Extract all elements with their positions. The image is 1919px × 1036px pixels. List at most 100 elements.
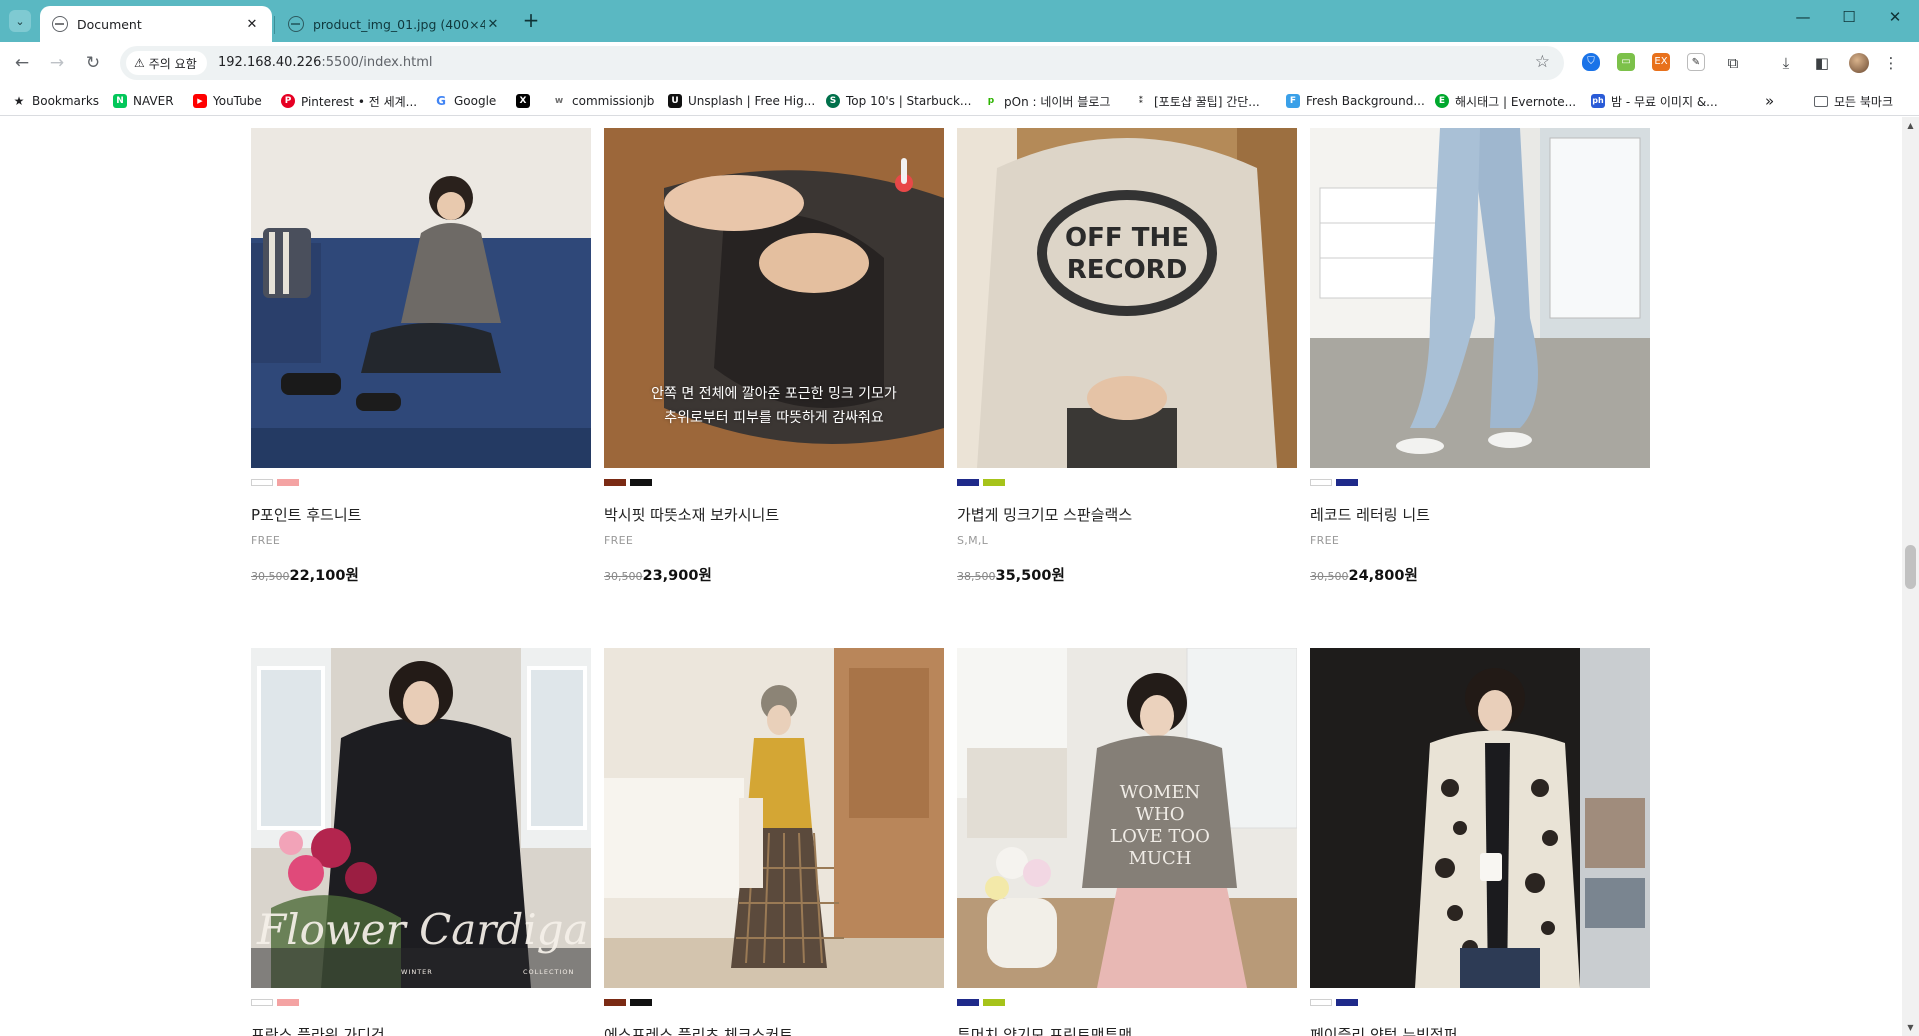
bookmark-item[interactable]: ⁑ [포토샵 꿀팁] 간단...	[1134, 92, 1260, 110]
product-card[interactable]: 안쪽 면 전체에 깔아준 포근한 밍크 기모가 추위로부터 피부를 따뜻하게 감…	[604, 128, 944, 585]
vertical-scrollbar[interactable]: ▲ ▼	[1902, 117, 1919, 1036]
bookmark-item[interactable]: G Google	[434, 92, 496, 110]
product-name[interactable]: 페이즐리 얀텀 누빔점퍼	[1310, 1024, 1650, 1036]
bookmark-item[interactable]: P Pinterest • 전 세계...	[281, 92, 417, 110]
product-name[interactable]: 가볍게 밍크기모 스판슬랙스	[957, 504, 1297, 525]
color-swatch[interactable]	[251, 479, 273, 486]
pen-extension-icon[interactable]: ✎	[1687, 53, 1705, 71]
close-icon[interactable]: ✕	[485, 17, 501, 32]
url-text[interactable]: 192.168.40.226:5500/index.html	[218, 55, 433, 70]
bookmark-item[interactable]: E 해시태그 | Evernote...	[1435, 92, 1576, 110]
close-icon[interactable]: ✕	[244, 17, 260, 32]
color-swatch[interactable]	[957, 479, 979, 486]
heart-icon: F	[1286, 94, 1300, 108]
color-swatch[interactable]	[1336, 999, 1358, 1006]
tab-document[interactable]: Document ✕	[40, 6, 272, 42]
product-card[interactable]: P포인트 후드니트 FREE 30,500 22,100원	[251, 128, 591, 585]
scroll-down-arrow-icon[interactable]: ▼	[1902, 1019, 1919, 1036]
bookmark-item[interactable]: ▶ YouTube	[193, 92, 262, 110]
menu-icon[interactable]: ⋮	[1880, 52, 1902, 74]
product-image-jumper[interactable]	[1310, 648, 1650, 988]
product-name[interactable]: 박시핏 따뜻소재 보카시니트	[604, 504, 944, 525]
bookmarks-bar: ★ Bookmarks N NAVER ▶ YouTube P Pinterest • …	[0, 84, 1919, 116]
product-image-jeans[interactable]	[1310, 128, 1650, 468]
bookmark-item[interactable]: U Unsplash | Free Hig...	[668, 92, 815, 110]
url-host: 192.168.40.226	[218, 55, 322, 70]
security-chip[interactable]: ⚠ 주의 요함	[126, 51, 207, 75]
product-image-sweatshirt[interactable]: WOMEN WHO LOVE TOO MUCH	[957, 648, 1297, 988]
close-window-button[interactable]: ✕	[1872, 8, 1918, 34]
naver-icon: N	[113, 94, 127, 108]
product-image-fleece[interactable]: 안쪽 면 전체에 깔아준 포근한 밍크 기모가 추위로부터 피부를 따뜻하게 감…	[604, 128, 944, 468]
tab-product-image[interactable]: product_img_01.jpg (400×400) ✕	[276, 6, 513, 42]
reload-button[interactable]: ↻	[81, 51, 105, 75]
color-swatch[interactable]	[1336, 479, 1358, 486]
product-card[interactable]: 레코드 레터링 니트 FREE 30,500 24,800원	[1310, 128, 1650, 585]
profile-avatar[interactable]	[1849, 53, 1869, 73]
scroll-up-arrow-icon[interactable]: ▲	[1902, 117, 1919, 134]
bookmark-item[interactable]: ph 밤 - 무료 이미지 &...	[1591, 92, 1718, 110]
globe-icon	[52, 16, 68, 32]
bookmarks-overflow-button[interactable]: »	[1765, 92, 1774, 110]
color-swatch[interactable]	[604, 479, 626, 486]
puzzle-icon[interactable]: ⧉	[1722, 52, 1744, 74]
forward-button[interactable]: →	[45, 51, 69, 75]
maximize-button[interactable]: ☐	[1826, 8, 1872, 34]
minimize-button[interactable]: —	[1780, 8, 1826, 34]
color-swatch[interactable]	[251, 999, 273, 1006]
download-icon[interactable]: ⤓	[1775, 52, 1797, 74]
product-card[interactable]: 페이즐리 얀텀 누빔점퍼	[1310, 648, 1650, 1036]
bookmark-item[interactable]: p pOn : 네이버 블로그	[984, 92, 1111, 110]
color-swatch[interactable]	[630, 479, 652, 486]
color-swatch[interactable]	[277, 999, 299, 1006]
product-card[interactable]: Flower Cardigan WINTER COLLECTION 프란스 플라…	[251, 648, 591, 1036]
product-image-skirt[interactable]	[604, 648, 944, 988]
color-swatch[interactable]	[983, 479, 1005, 486]
color-swatch[interactable]	[277, 479, 299, 486]
bookmark-label: pOn : 네이버 블로그	[1004, 94, 1111, 109]
bookmark-label: 해시태그 | Evernote...	[1455, 94, 1577, 109]
orange-extension-icon[interactable]: EX	[1652, 53, 1670, 71]
url-path: :5500/index.html	[321, 55, 433, 70]
product-card[interactable]: 에스프레스 플리츠 체크스커트	[604, 648, 944, 1036]
color-swatch[interactable]	[630, 999, 652, 1006]
sale-price: 22,100원	[289, 568, 359, 584]
product-name[interactable]: 에스프레스 플리츠 체크스커트	[604, 1024, 944, 1036]
star-icon[interactable]: ☆	[1535, 52, 1550, 72]
pinterest-icon: P	[281, 94, 295, 108]
address-bar[interactable]: ⚠ 주의 요함 192.168.40.226:5500/index.html ☆	[120, 46, 1564, 80]
scrollbar-thumb[interactable]	[1905, 545, 1916, 589]
product-image-hoodie[interactable]	[251, 128, 591, 468]
svg-text:MUCH: MUCH	[1128, 848, 1191, 869]
bookmark-item[interactable]: X	[516, 92, 536, 110]
new-tab-button[interactable]: +	[520, 10, 542, 32]
bookmark-item[interactable]: F Fresh Background...	[1286, 92, 1425, 110]
image-subtitle: COLLECTION	[523, 968, 575, 976]
product-name[interactable]: 투머치 양기모 프린트맨투맨	[957, 1024, 1297, 1036]
product-image-sweater[interactable]: OFF THE RECORD	[957, 128, 1297, 468]
hoodie-knit-photo	[251, 128, 591, 468]
image-subtitle: WINTER	[401, 968, 433, 976]
color-swatch[interactable]	[1310, 479, 1332, 486]
product-name[interactable]: 프란스 플라워 가디건	[251, 1024, 591, 1036]
tab-search-button[interactable]: ⌄	[9, 10, 31, 32]
bookmark-item[interactable]: S Top 10's | Starbuck...	[826, 92, 971, 110]
all-bookmarks-button[interactable]: 모든 북마크	[1814, 92, 1893, 110]
product-card[interactable]: WOMEN WHO LOVE TOO MUCH 투머치 양기모 프린트맨투맨	[957, 648, 1297, 1036]
product-name[interactable]: 레코드 레터링 니트	[1310, 504, 1650, 525]
color-swatch[interactable]	[983, 999, 1005, 1006]
back-button[interactable]: ←	[10, 51, 34, 75]
bookmark-item[interactable]: N NAVER	[113, 92, 174, 110]
product-name[interactable]: P포인트 후드니트	[251, 504, 591, 525]
color-swatch[interactable]	[957, 999, 979, 1006]
shield-extension-icon[interactable]: ⛉	[1582, 53, 1600, 71]
green-extension-icon[interactable]: ▭	[1617, 53, 1635, 71]
color-swatch[interactable]	[1310, 999, 1332, 1006]
product-image-cardigan[interactable]: Flower Cardigan WINTER COLLECTION	[251, 648, 591, 988]
bookmark-item[interactable]: w commissionjb	[552, 92, 655, 110]
bookmark-label: [포토샵 꿀팁] 간단...	[1154, 94, 1260, 109]
product-card[interactable]: OFF THE RECORD 가볍게 밍크기모 스판슬랙스 S,M,L 38,5…	[957, 128, 1297, 585]
bookmark-item[interactable]: ★ Bookmarks	[12, 92, 99, 110]
color-swatch[interactable]	[604, 999, 626, 1006]
side-panel-icon[interactable]: ◧	[1811, 52, 1833, 74]
